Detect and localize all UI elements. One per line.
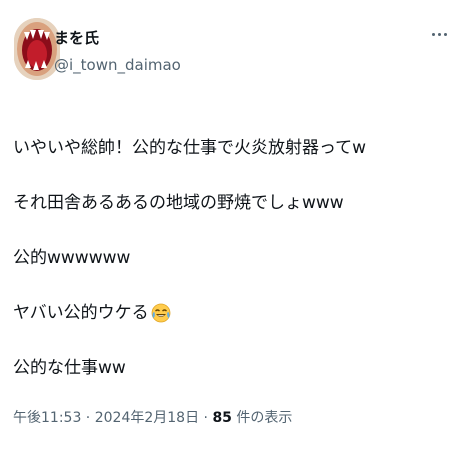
- meta-separator: ·: [199, 410, 213, 426]
- more-options-icon[interactable]: [432, 30, 448, 40]
- tweet-text: いやいや総帥！公的な仕事で火炎放射器ってw それ田舎あるあるの地域の野焼でしょw…: [13, 136, 453, 411]
- view-label: 件の表示: [231, 410, 293, 426]
- tweet-meta: 午後11:53 · 2024年2月18日 · 85 件の表示: [13, 408, 292, 428]
- tweet-line: それ田舎あるあるの地域の野焼でしょwww: [13, 193, 344, 213]
- tweet-time[interactable]: 午後11:53: [13, 410, 81, 426]
- author-handle[interactable]: @i_town_daimao: [54, 55, 181, 75]
- tweet-date[interactable]: 2024年2月18日: [95, 410, 199, 426]
- author-display-name[interactable]: まを氏: [54, 28, 181, 48]
- tweet-line: ヤバい公的ウケる: [13, 301, 453, 325]
- tweet-line: 公的wwwwww: [13, 248, 131, 268]
- tweet-line: いやいや総帥！公的な仕事で火炎放射器ってw: [13, 138, 367, 158]
- face-with-tears-of-joy-icon: [151, 303, 171, 330]
- meta-separator: ·: [81, 410, 95, 426]
- view-count: 85: [212, 410, 232, 426]
- tweet-header: まを氏 @i_town_daimao: [14, 18, 454, 80]
- author-names: まを氏 @i_town_daimao: [54, 28, 181, 75]
- tweet-line: 公的な仕事ww: [13, 358, 126, 378]
